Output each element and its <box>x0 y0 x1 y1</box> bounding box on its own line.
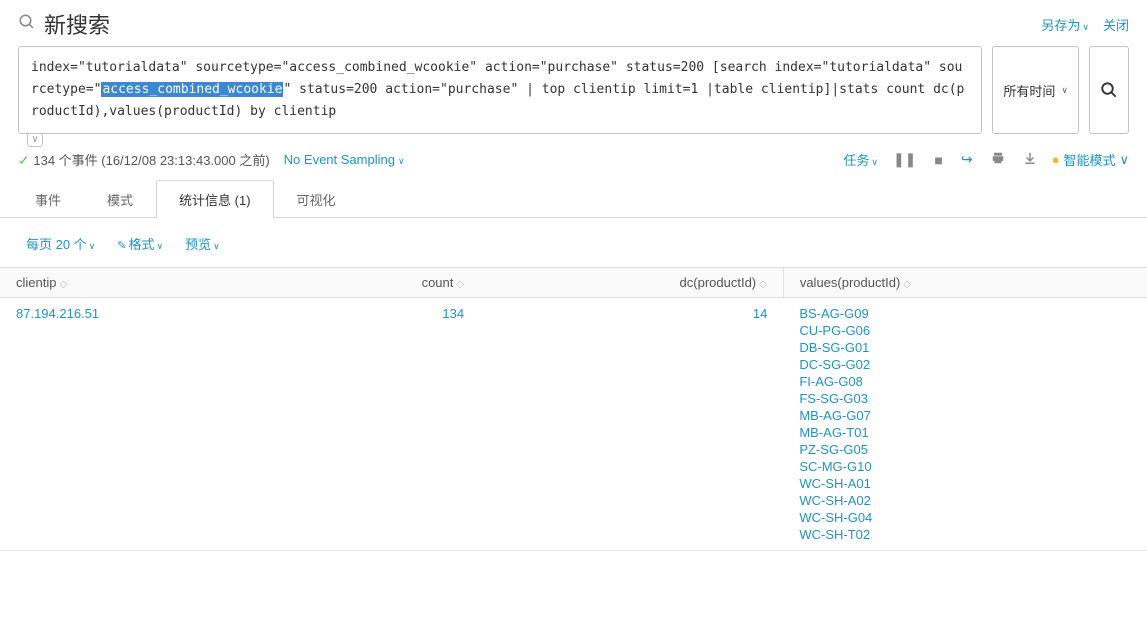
event-sampling-dropdown[interactable]: No Event Sampling∨ <box>284 152 405 167</box>
value-item[interactable]: WC-SH-A01 <box>799 476 1131 491</box>
print-icon[interactable] <box>988 151 1008 168</box>
time-range-picker[interactable]: 所有时间∨ <box>992 46 1079 134</box>
tab-events[interactable]: 事件 <box>12 180 84 218</box>
results-table: clientip◇ count◇ dc(productId)◇ values(p… <box>0 267 1147 551</box>
col-values[interactable]: values(productId)◇ <box>783 268 1147 298</box>
sort-icon: ◇ <box>59 279 67 290</box>
format-dropdown[interactable]: ✎格式∨ <box>117 234 163 253</box>
value-item[interactable]: DC-SG-G02 <box>799 357 1131 372</box>
save-as-link[interactable]: 另存为∨ <box>1041 15 1089 34</box>
close-link[interactable]: 关闭 <box>1103 15 1129 34</box>
value-item[interactable]: SC-MG-G10 <box>799 459 1131 474</box>
col-count[interactable]: count◇ <box>291 268 480 298</box>
value-item[interactable]: FI-AG-G08 <box>799 374 1131 389</box>
check-icon: ✓ <box>18 152 30 168</box>
cell-count[interactable]: 134 <box>442 306 464 321</box>
sort-icon: ◇ <box>759 279 767 290</box>
cell-values: BS-AG-G09 CU-PG-G06 DB-SG-G01 DC-SG-G02 FI-A… <box>799 306 1131 542</box>
per-page-dropdown[interactable]: 每页 20 个∨ <box>26 234 95 253</box>
value-item[interactable]: MB-AG-T01 <box>799 425 1131 440</box>
value-item[interactable]: WC-SH-T02 <box>799 527 1131 542</box>
tab-patterns[interactable]: 模式 <box>84 180 156 218</box>
selected-text: access_combined_wcookie <box>101 82 283 97</box>
pause-icon[interactable]: ❚❚ <box>890 151 919 168</box>
share-icon[interactable]: ↪ <box>958 151 976 168</box>
value-item[interactable]: FS-SG-G03 <box>799 391 1131 406</box>
stop-icon[interactable]: ■ <box>931 152 945 168</box>
event-count: 134 个事件 (16/12/08 23:13:43.000 之前) <box>33 153 269 168</box>
value-item[interactable]: BS-AG-G09 <box>799 306 1131 321</box>
value-item[interactable]: WC-SH-A02 <box>799 493 1131 508</box>
col-clientip[interactable]: clientip◇ <box>0 268 291 298</box>
value-item[interactable]: WC-SH-G04 <box>799 510 1131 525</box>
sort-icon: ◇ <box>903 279 911 290</box>
tab-visualization[interactable]: 可视化 <box>274 180 359 218</box>
smart-mode-dropdown[interactable]: ● 智能模式∨ <box>1052 150 1129 169</box>
col-dc[interactable]: dc(productId)◇ <box>480 268 783 298</box>
preview-dropdown[interactable]: 预览∨ <box>185 234 220 253</box>
value-item[interactable]: DB-SG-G01 <box>799 340 1131 355</box>
expand-search-icon[interactable]: ∨ <box>27 133 43 147</box>
sort-icon: ◇ <box>456 279 464 290</box>
cell-clientip[interactable]: 87.194.216.51 <box>16 306 99 321</box>
value-item[interactable]: PZ-SG-G05 <box>799 442 1131 457</box>
tasks-dropdown[interactable]: 任务∨ <box>843 150 878 169</box>
download-icon[interactable] <box>1020 151 1040 168</box>
bulb-icon: ● <box>1052 152 1060 167</box>
search-button[interactable] <box>1089 46 1129 134</box>
cell-dc[interactable]: 14 <box>753 306 767 321</box>
page-title: 新搜索 <box>44 8 110 40</box>
search-input[interactable]: index="tutorialdata" sourcetype="access_… <box>18 46 982 134</box>
tab-statistics[interactable]: 统计信息 (1) <box>156 180 274 218</box>
value-item[interactable]: MB-AG-G07 <box>799 408 1131 423</box>
search-icon <box>18 13 36 36</box>
table-row: 87.194.216.51 134 14 BS-AG-G09 CU-PG-G06 D… <box>0 298 1147 551</box>
value-item[interactable]: CU-PG-G06 <box>799 323 1131 338</box>
